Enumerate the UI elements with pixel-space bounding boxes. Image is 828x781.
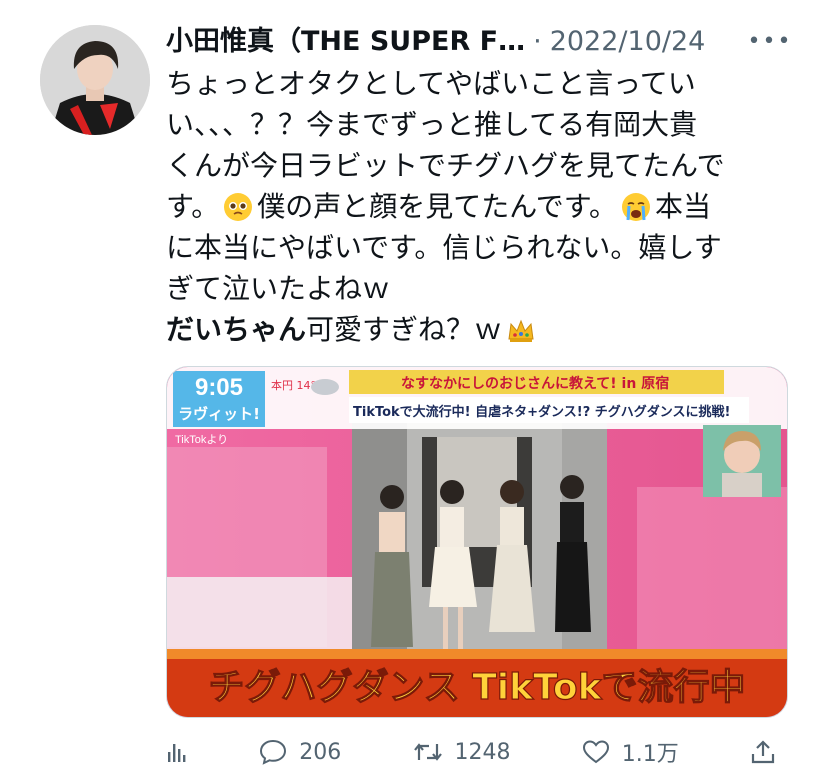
tv-ticker: TikTokで大流行中! 自虐ネタ+ダンス!? チグハグダンスに挑戦! [353, 404, 730, 420]
tweet-actions: 206 1248 1.1万 [166, 730, 776, 774]
like-count: 1.1万 [621, 742, 679, 767]
tweet-text-line: だいちゃん可愛すぎね？ｗ [166, 309, 776, 350]
tv-source-tag: TikTokより [175, 433, 228, 446]
reply-icon [259, 739, 287, 765]
tweet-text-segment: す。 [166, 190, 220, 223]
tweet-text-line: い、、、？？今までずっと推してる有岡大貴 [166, 108, 698, 141]
crying-face-emoji [621, 192, 651, 222]
tweet-text-segment: 僕の声と顔を見てたんです。 [257, 190, 618, 223]
tweet-text-line: に本当にやばいです。信じられない。嬉しす [166, 231, 722, 264]
retweet-count: 1248 [454, 739, 511, 765]
tv-show-logo: ラヴィット! [178, 405, 260, 423]
tv-weather-label: 本円 14° [271, 378, 316, 392]
tweet-text-bold: だいちゃん [166, 313, 307, 346]
views-button[interactable] [166, 740, 188, 764]
tweet-date[interactable]: 2022/10/24 [550, 24, 706, 60]
more-options-icon[interactable]: ••• [748, 24, 791, 60]
reply-count: 206 [299, 739, 342, 765]
share-button[interactable] [750, 739, 776, 765]
tweet-text-line: ぎて泣いたよねｗ [166, 272, 391, 305]
tweet-text-segment: 本当 [655, 190, 712, 223]
tweet-text-segment: 可愛すぎね？ｗ [306, 313, 503, 346]
tweet-media-image[interactable]: 9:05 ラヴィット! 本円 14° なすなかにしのおじさんに教えて! in 原… [166, 366, 788, 718]
heart-icon [582, 739, 610, 765]
tv-headline: なすなかにしのおじさんに教えて! in 原宿 [401, 375, 669, 392]
tweet-text-line: くんが今日ラビットでチグハグを見てたんで [166, 149, 725, 182]
pleading-face-emoji [223, 192, 253, 222]
bar-chart-icon [166, 740, 188, 764]
reply-button[interactable]: 206 [259, 739, 341, 765]
like-button[interactable]: 1.1万 [582, 736, 679, 768]
tweet-text-line: ちょっとオタクとしてやばいこと言ってい [166, 67, 696, 100]
author-name[interactable]: 小田惟真（THE SUPER F… [166, 24, 525, 60]
retweet-button[interactable]: 1248 [413, 740, 511, 765]
header-separator: · [533, 26, 542, 57]
author-avatar[interactable] [40, 25, 150, 135]
tweet-header: 小田惟真（THE SUPER F… · 2022/10/24 ••• [166, 24, 791, 60]
tv-caption: チグハグダンス TikTokで流行中 [208, 667, 745, 708]
tweet-text-line: す。 僕の声と顔を見てたんです。 本当 [166, 186, 776, 227]
tweet-text: ちょっとオタクとしてやばいこと言ってい い、、、？？今までずっと推してる有岡大貴… [166, 63, 776, 350]
crown-emoji [506, 315, 536, 345]
retweet-icon [413, 740, 443, 764]
share-icon [750, 739, 776, 765]
tv-time-display: 9:05 [195, 374, 243, 401]
